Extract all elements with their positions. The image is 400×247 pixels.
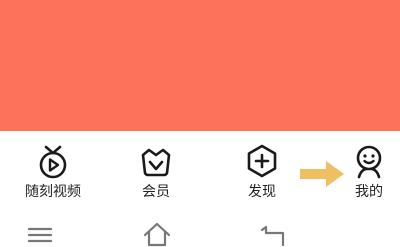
back-icon[interactable] [256,221,290,247]
home-icon[interactable] [140,221,174,247]
tab-label: 会员 [142,184,170,200]
tab-home-video[interactable]: 随刻视频 [9,131,97,207]
tab-vip[interactable]: 会员 [116,131,196,207]
tab-label: 发现 [248,184,276,200]
app-screen: 随刻视频 会员 发现 我的 [0,0,400,247]
smiley-person-icon [349,141,389,181]
system-navigation-bar [0,207,400,247]
banner-area [0,0,400,131]
play-clock-icon [33,141,73,181]
tab-label: 随刻视频 [25,184,81,200]
menu-icon[interactable] [23,221,57,247]
plus-hexagon-icon [242,141,282,181]
tab-discover[interactable]: 发现 [222,131,302,207]
crown-basket-icon [136,141,176,181]
right-arrow-icon [298,159,346,189]
